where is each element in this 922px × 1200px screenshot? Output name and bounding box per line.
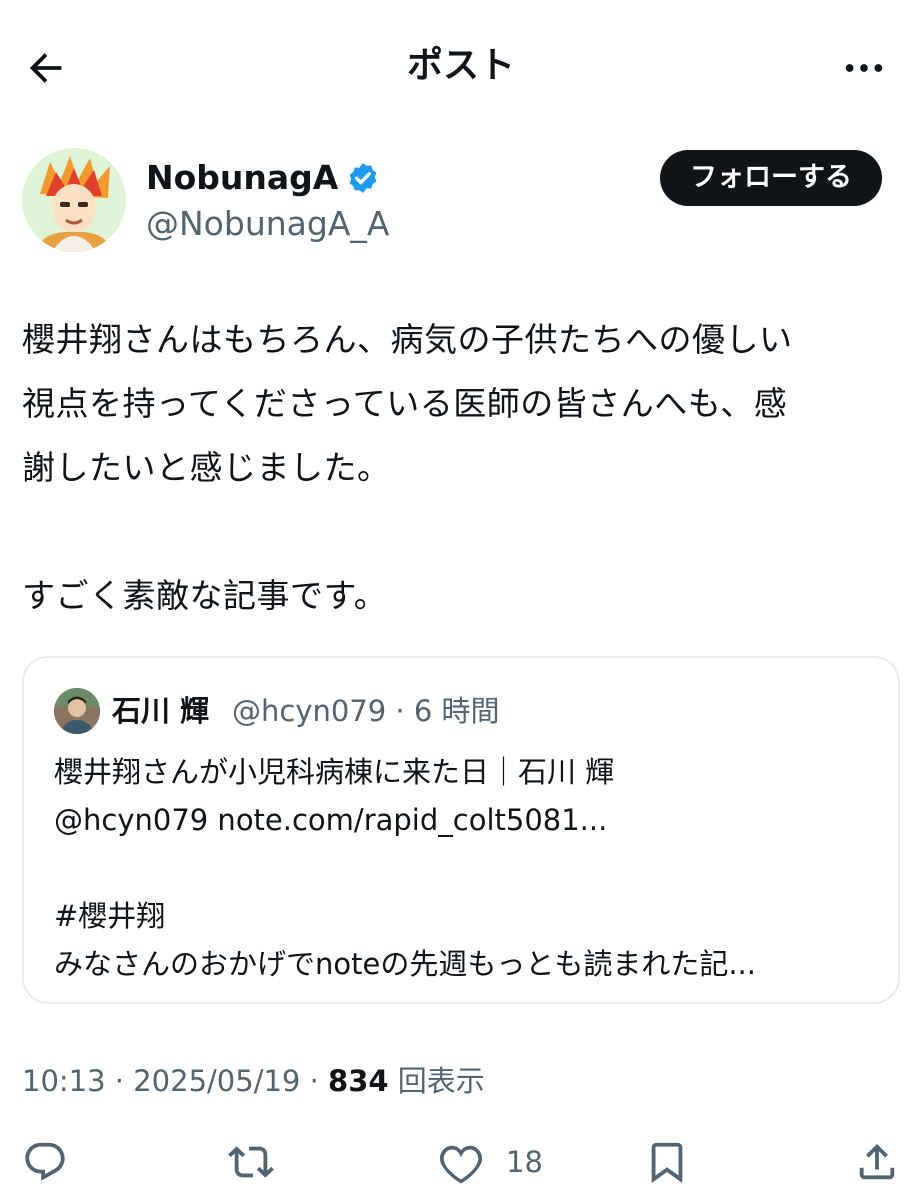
reply-icon	[25, 1142, 65, 1181]
like-count: 18	[506, 1145, 543, 1179]
post-meta: 10:13 · 2025/05/19 · 834 回表示	[22, 1060, 485, 1102]
action-bar: 18	[0, 1130, 922, 1190]
share-button[interactable]	[854, 1138, 900, 1186]
quoted-post-text: 櫻井翔さんが小児科病棟に来た日｜石川 輝 @hcyn079 note.com/r…	[54, 755, 756, 981]
repost-icon	[228, 1146, 274, 1178]
quoted-post-card[interactable]: 石川 輝 @hcyn079 · 6 時間 櫻井翔さんが小児科病棟に来た日｜石川 …	[22, 656, 900, 1004]
follow-button[interactable]: フォローする	[660, 150, 882, 206]
views-label: 回表示	[388, 1064, 485, 1098]
like-button[interactable]: 18	[438, 1138, 543, 1186]
post-timestamp[interactable]: 10:13 · 2025/05/19 ·	[22, 1064, 328, 1098]
page-title: ポスト	[406, 45, 515, 86]
top-bar: ポスト	[0, 0, 922, 132]
reply-button[interactable]	[22, 1138, 68, 1186]
repost-button[interactable]	[228, 1138, 274, 1186]
author-name[interactable]: NobunagA	[146, 156, 338, 200]
quoted-author-avatar	[54, 688, 100, 734]
quoted-author-meta: @hcyn079 · 6 時間	[232, 694, 500, 728]
heart-icon	[439, 1145, 483, 1184]
more-button[interactable]	[836, 42, 892, 94]
quoted-author-name: 石川 輝	[112, 694, 210, 728]
verified-badge-icon	[350, 163, 377, 193]
bookmark-icon	[651, 1142, 683, 1183]
author-name-row[interactable]: NobunagA	[146, 156, 380, 200]
more-horizontal-icon	[845, 64, 883, 72]
quoted-avatar-photo	[54, 688, 100, 734]
author-avatar[interactable]	[22, 148, 126, 252]
author-handle[interactable]: @NobunagA_A	[146, 202, 389, 246]
views-count: 834	[328, 1064, 389, 1098]
bookmark-button[interactable]	[644, 1138, 690, 1186]
share-icon	[859, 1143, 895, 1180]
post-text: 櫻井翔さんはもちろん、病気の子供たちへの優しい 視点を持ってくださっている医師の…	[22, 320, 793, 615]
avatar-illustration	[22, 148, 126, 252]
